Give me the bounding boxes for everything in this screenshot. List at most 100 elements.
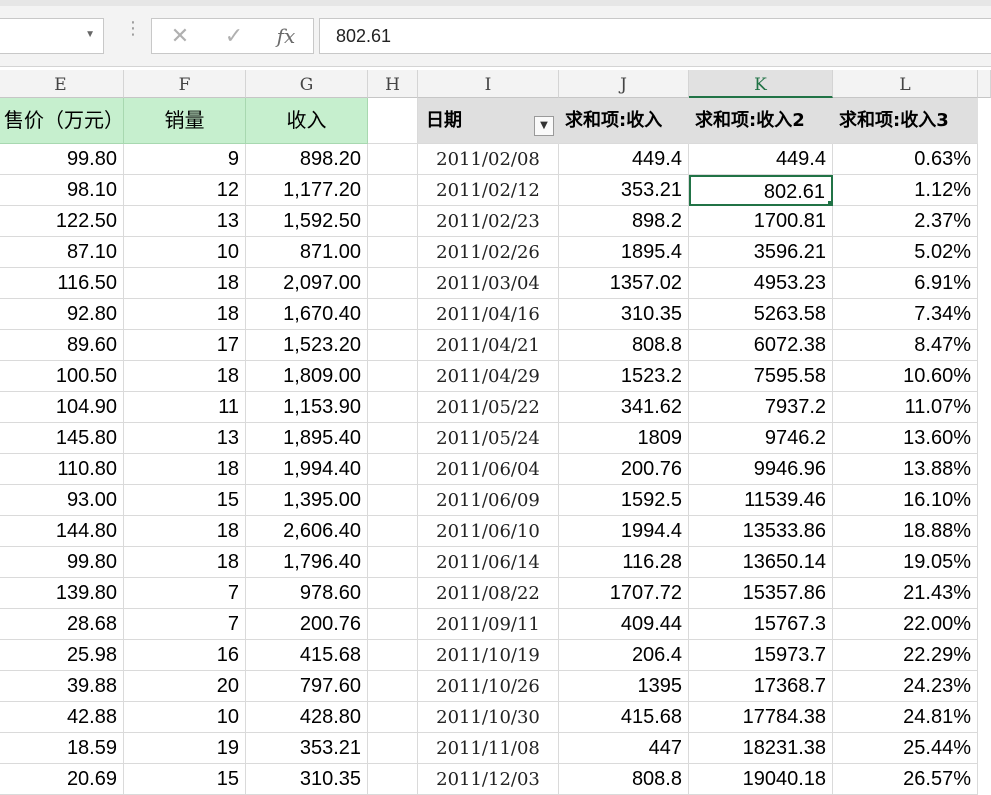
cell-k[interactable]: 7937.2 — [689, 392, 833, 423]
cell-l[interactable]: 11.07% — [833, 392, 978, 423]
filter-dropdown-icon[interactable]: ▼ — [534, 116, 554, 136]
header-cell-k[interactable]: 求和项:收入2 — [689, 98, 833, 144]
cell-l[interactable]: 13.60% — [833, 423, 978, 454]
cell-g[interactable]: 1,796.40 — [246, 547, 368, 578]
cell-j[interactable]: 1707.72 — [559, 578, 689, 609]
cell-j[interactable]: 449.4 — [559, 144, 689, 175]
cell-f[interactable]: 15 — [124, 485, 246, 516]
cell-f[interactable]: 10 — [124, 702, 246, 733]
cell-g[interactable]: 797.60 — [246, 671, 368, 702]
cell-f[interactable]: 12 — [124, 175, 246, 206]
cell-h[interactable] — [368, 702, 418, 733]
cell-i[interactable]: 2011/04/29 — [418, 361, 559, 392]
cell-i[interactable]: 2011/05/24 — [418, 423, 559, 454]
cell-e[interactable]: 104.90 — [0, 392, 124, 423]
cell-h[interactable] — [368, 330, 418, 361]
cell-h[interactable] — [368, 733, 418, 764]
cell-l[interactable]: 1.12% — [833, 175, 978, 206]
cell-h[interactable] — [368, 671, 418, 702]
cell-e[interactable]: 20.69 — [0, 764, 124, 795]
cell-l[interactable]: 2.37% — [833, 206, 978, 237]
cell-j[interactable]: 1994.4 — [559, 516, 689, 547]
cell-i[interactable]: 2011/02/23 — [418, 206, 559, 237]
cell-g[interactable]: 1,177.20 — [246, 175, 368, 206]
cell-h[interactable] — [368, 547, 418, 578]
cell-j[interactable]: 808.8 — [559, 330, 689, 361]
cell-h[interactable] — [368, 485, 418, 516]
cell-i[interactable]: 2011/10/30 — [418, 702, 559, 733]
cell-g[interactable]: 1,523.20 — [246, 330, 368, 361]
cell-k[interactable]: 4953.23 — [689, 268, 833, 299]
cell-j[interactable]: 200.76 — [559, 454, 689, 485]
header-cell-j[interactable]: 求和项:收入 — [559, 98, 689, 144]
cell-j[interactable]: 1592.5 — [559, 485, 689, 516]
cell-j[interactable]: 341.62 — [559, 392, 689, 423]
cell-l[interactable]: 16.10% — [833, 485, 978, 516]
cell-i[interactable]: 2011/02/26 — [418, 237, 559, 268]
cell-k[interactable]: 3596.21 — [689, 237, 833, 268]
cell-i[interactable]: 2011/06/14 — [418, 547, 559, 578]
cell-f[interactable]: 16 — [124, 640, 246, 671]
cell-g[interactable]: 428.80 — [246, 702, 368, 733]
cell-k[interactable]: 13650.14 — [689, 547, 833, 578]
cell-i[interactable]: 2011/10/19 — [418, 640, 559, 671]
cell-g[interactable]: 1,395.00 — [246, 485, 368, 516]
cell-f[interactable]: 18 — [124, 547, 246, 578]
formula-input[interactable]: 802.61 — [319, 18, 991, 54]
column-header-i[interactable]: I — [418, 70, 559, 98]
column-header-f[interactable]: F — [124, 70, 246, 98]
cell-k[interactable]: 17784.38 — [689, 702, 833, 733]
cell-j[interactable]: 1357.02 — [559, 268, 689, 299]
cell-i[interactable]: 2011/09/11 — [418, 609, 559, 640]
cell-e[interactable]: 92.80 — [0, 299, 124, 330]
cell-l[interactable]: 6.91% — [833, 268, 978, 299]
cell-g[interactable]: 1,809.00 — [246, 361, 368, 392]
cell-g[interactable]: 978.60 — [246, 578, 368, 609]
cell-f[interactable]: 17 — [124, 330, 246, 361]
cell-j[interactable]: 116.28 — [559, 547, 689, 578]
cell-k[interactable]: 13533.86 — [689, 516, 833, 547]
cell-l[interactable]: 5.02% — [833, 237, 978, 268]
cell-f[interactable]: 19 — [124, 733, 246, 764]
cell-e[interactable]: 122.50 — [0, 206, 124, 237]
cell-f[interactable]: 7 — [124, 578, 246, 609]
cell-h[interactable] — [368, 640, 418, 671]
cell-l[interactable]: 10.60% — [833, 361, 978, 392]
cell-f[interactable]: 9 — [124, 144, 246, 175]
cell-i[interactable]: 2011/03/04 — [418, 268, 559, 299]
cell-k[interactable]: 802.61 — [689, 175, 833, 206]
cell-l[interactable]: 21.43% — [833, 578, 978, 609]
cell-k[interactable]: 15767.3 — [689, 609, 833, 640]
cell-e[interactable]: 116.50 — [0, 268, 124, 299]
cell-g[interactable]: 871.00 — [246, 237, 368, 268]
cell-l[interactable]: 22.00% — [833, 609, 978, 640]
cancel-icon[interactable]: ✕ — [160, 19, 200, 53]
cell-l[interactable]: 7.34% — [833, 299, 978, 330]
header-cell-l[interactable]: 求和项:收入3 — [833, 98, 978, 144]
cell-h[interactable] — [368, 299, 418, 330]
cell-e[interactable]: 42.88 — [0, 702, 124, 733]
cell-g[interactable]: 2,097.00 — [246, 268, 368, 299]
cell-j[interactable]: 1523.2 — [559, 361, 689, 392]
cell-g[interactable]: 353.21 — [246, 733, 368, 764]
cell-e[interactable]: 144.80 — [0, 516, 124, 547]
cell-l[interactable]: 13.88% — [833, 454, 978, 485]
column-header-l[interactable]: L — [833, 70, 978, 98]
cell-f[interactable]: 13 — [124, 423, 246, 454]
cell-i[interactable]: 2011/06/10 — [418, 516, 559, 547]
cell-f[interactable]: 7 — [124, 609, 246, 640]
cell-f[interactable]: 18 — [124, 361, 246, 392]
header-cell-f[interactable]: 销量 — [124, 98, 246, 144]
cell-h[interactable] — [368, 361, 418, 392]
cell-e[interactable]: 110.80 — [0, 454, 124, 485]
cell-i[interactable]: 2011/04/21 — [418, 330, 559, 361]
cell-l[interactable]: 24.23% — [833, 671, 978, 702]
cell-i[interactable]: 2011/04/16 — [418, 299, 559, 330]
cell-k[interactable]: 17368.7 — [689, 671, 833, 702]
cell-e[interactable]: 99.80 — [0, 547, 124, 578]
cell-l[interactable]: 25.44% — [833, 733, 978, 764]
cell-k[interactable]: 9946.96 — [689, 454, 833, 485]
cell-h[interactable] — [368, 392, 418, 423]
cell-k[interactable]: 15357.86 — [689, 578, 833, 609]
cell-k[interactable]: 7595.58 — [689, 361, 833, 392]
